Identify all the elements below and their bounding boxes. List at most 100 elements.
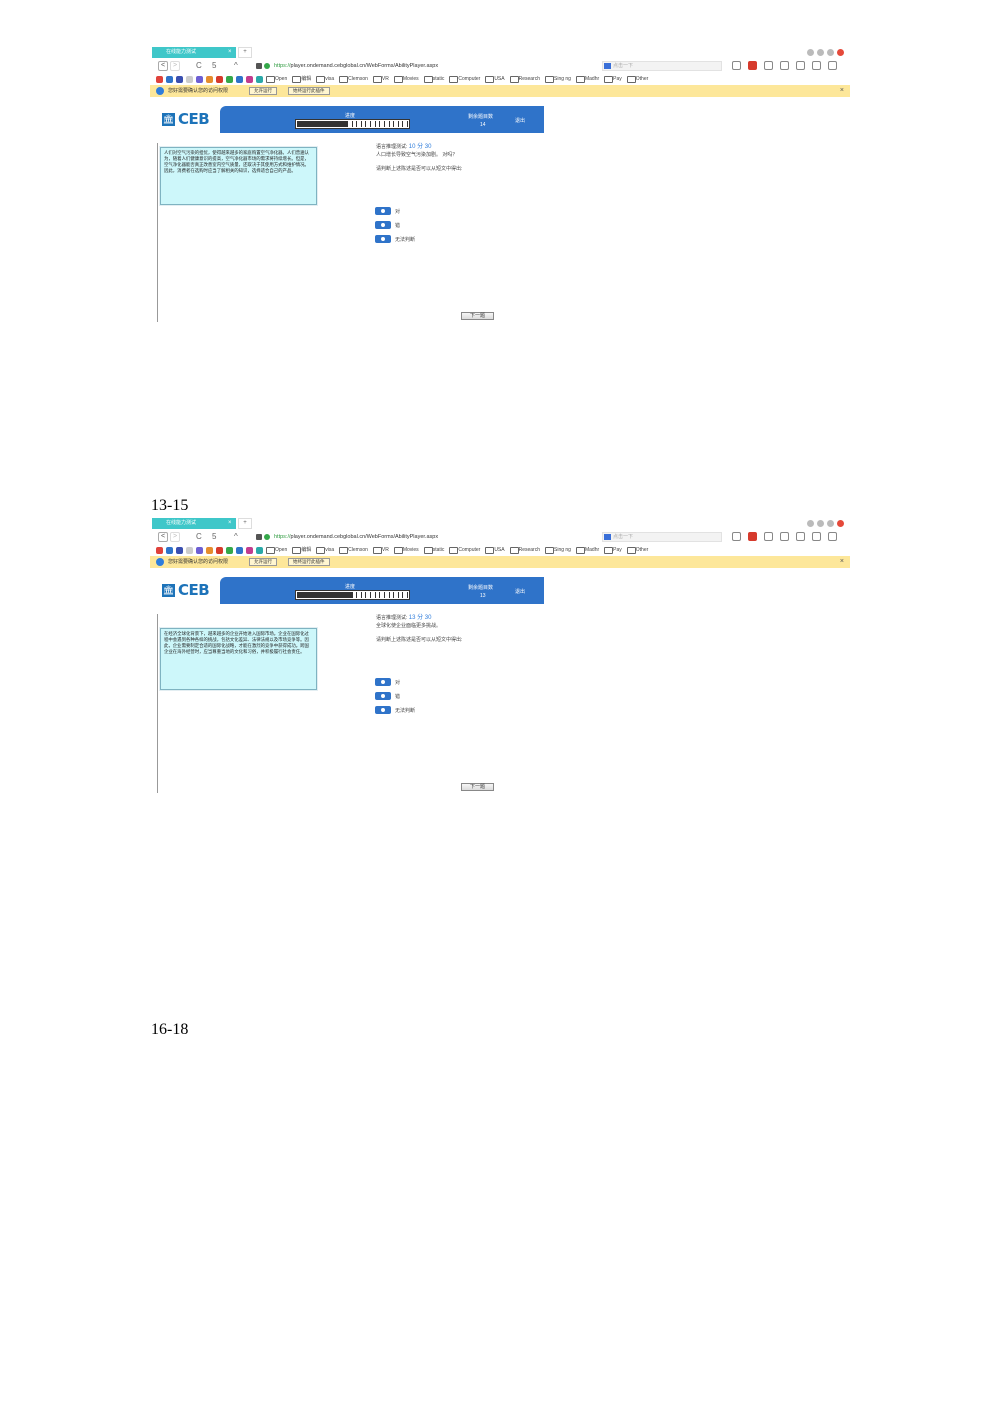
news-icon[interactable] — [216, 546, 223, 554]
option-cannot-say[interactable]: 无法判断 — [375, 706, 415, 714]
close-window-icon[interactable] — [837, 49, 844, 56]
bookmark-item[interactable]: VR — [372, 545, 389, 555]
restore-icon[interactable] — [817, 49, 824, 56]
next-button[interactable]: 下一题 — [461, 783, 494, 791]
video-icon[interactable] — [256, 546, 263, 554]
bookmark-item[interactable]: Other — [626, 545, 648, 555]
bookmark-item[interactable]: Madhr — [575, 74, 599, 84]
bookmark-item[interactable]: Pay — [604, 74, 622, 84]
video-icon[interactable] — [256, 75, 263, 83]
new-tab-button[interactable]: + — [238, 518, 252, 529]
doc-icon[interactable] — [186, 75, 193, 83]
back-button[interactable]: < — [158, 61, 168, 71]
always-run-button[interactable]: 始终运行此插件 — [288, 87, 330, 95]
bookmark-item[interactable]: 编辑 — [292, 545, 311, 555]
option-true[interactable]: 对 — [375, 678, 400, 686]
menu-icon[interactable] — [828, 61, 837, 70]
radio-button[interactable] — [375, 207, 391, 215]
calendar-icon[interactable] — [236, 546, 243, 554]
refresh-icon[interactable]: C — [196, 531, 202, 543]
search-input[interactable]: 点击一下 — [602, 61, 722, 71]
extension-icon[interactable] — [732, 61, 741, 70]
browser-tab[interactable]: 在线能力测试 × — [152, 518, 236, 529]
bookmark-item[interactable]: Movies — [393, 74, 419, 84]
mail-icon[interactable] — [246, 75, 253, 83]
tabs-icon[interactable] — [812, 61, 821, 70]
bookmark-item[interactable]: Computer — [449, 74, 480, 84]
undo-icon[interactable]: 5 — [212, 60, 216, 72]
radio-button[interactable] — [375, 678, 391, 686]
maximize-icon[interactable] — [827, 520, 834, 527]
grid-icon[interactable] — [764, 532, 773, 541]
url-field[interactable]: https://player.ondemand.cebglobal.cn/Web… — [274, 532, 438, 543]
radio-button[interactable] — [375, 692, 391, 700]
gmail-icon[interactable] — [166, 546, 173, 554]
speaker-icon[interactable] — [780, 532, 789, 541]
browser-icon[interactable] — [176, 546, 183, 554]
star-icon[interactable] — [206, 75, 213, 83]
maximize-icon[interactable] — [827, 49, 834, 56]
forward-button[interactable]: > — [170, 532, 180, 542]
tabs-icon[interactable] — [812, 532, 821, 541]
bookmark-item[interactable]: Madhr — [575, 545, 599, 555]
gmail-icon[interactable] — [166, 75, 173, 83]
bookmark-item[interactable]: Movies — [393, 545, 419, 555]
always-run-button[interactable]: 始终运行此插件 — [288, 558, 330, 566]
reader-icon[interactable] — [748, 61, 757, 70]
grid-icon[interactable] — [764, 61, 773, 70]
menu-icon[interactable] — [828, 532, 837, 541]
radio-button[interactable] — [375, 235, 391, 243]
bookmark-item[interactable]: Research — [509, 545, 540, 555]
bookmark-item[interactable]: visa — [316, 74, 334, 84]
allow-run-button[interactable]: 允许运行 — [249, 558, 277, 566]
option-false[interactable]: 错 — [375, 692, 400, 700]
app-icon[interactable] — [196, 546, 203, 554]
calendar-icon[interactable] — [236, 75, 243, 83]
scissors-icon[interactable] — [796, 532, 805, 541]
bookmark-item[interactable]: Sing ng — [545, 74, 571, 84]
doc-icon[interactable] — [186, 546, 193, 554]
wechat-icon[interactable] — [226, 75, 233, 83]
close-window-icon[interactable] — [837, 520, 844, 527]
option-cannot-say[interactable]: 无法判断 — [375, 235, 415, 243]
minimize-icon[interactable] — [807, 520, 814, 527]
search-input[interactable]: 点击一下 — [602, 532, 722, 542]
bookmark-item[interactable]: visa — [316, 545, 334, 555]
radio-button[interactable] — [375, 221, 391, 229]
bookmark-item[interactable]: Research — [509, 74, 540, 84]
radio-button[interactable] — [375, 706, 391, 714]
next-button[interactable]: 下一题 — [461, 312, 494, 320]
home-icon[interactable]: ^ — [234, 531, 238, 543]
app-icon[interactable] — [196, 75, 203, 83]
url-field[interactable]: https://player.ondemand.cebglobal.cn/Web… — [274, 61, 438, 72]
bookmark-item[interactable]: VR — [372, 74, 389, 84]
weibo-icon[interactable] — [156, 75, 163, 83]
extension-icon[interactable] — [732, 532, 741, 541]
browser-tab[interactable]: 在线能力测试 × — [152, 47, 236, 58]
exit-label[interactable]: 退出 — [515, 588, 525, 595]
wechat-icon[interactable] — [226, 546, 233, 554]
bookmark-item[interactable]: 编辑 — [292, 74, 311, 84]
bookmark-item[interactable]: Sing ng — [545, 545, 571, 555]
bookmark-item[interactable]: Clemson — [339, 545, 368, 555]
option-false[interactable]: 错 — [375, 221, 400, 229]
browser-icon[interactable] — [176, 75, 183, 83]
star-icon[interactable] — [206, 546, 213, 554]
home-icon[interactable]: ^ — [234, 60, 238, 72]
weibo-icon[interactable] — [156, 546, 163, 554]
mail-icon[interactable] — [246, 546, 253, 554]
tab-close-icon[interactable]: × — [228, 518, 232, 529]
allow-run-button[interactable]: 允许运行 — [249, 87, 277, 95]
bookmark-item[interactable]: USA — [485, 74, 505, 84]
close-icon[interactable]: × — [840, 85, 844, 97]
bookmark-item[interactable]: Clemson — [339, 74, 368, 84]
bookmark-item[interactable]: Other — [626, 74, 648, 84]
refresh-icon[interactable]: C — [196, 60, 202, 72]
scissors-icon[interactable] — [796, 61, 805, 70]
bookmark-item[interactable]: Computer — [449, 545, 480, 555]
speaker-icon[interactable] — [780, 61, 789, 70]
bookmark-item[interactable]: static — [423, 545, 444, 555]
bookmark-item[interactable]: Open — [266, 545, 287, 555]
undo-icon[interactable]: 5 — [212, 531, 216, 543]
option-true[interactable]: 对 — [375, 207, 400, 215]
